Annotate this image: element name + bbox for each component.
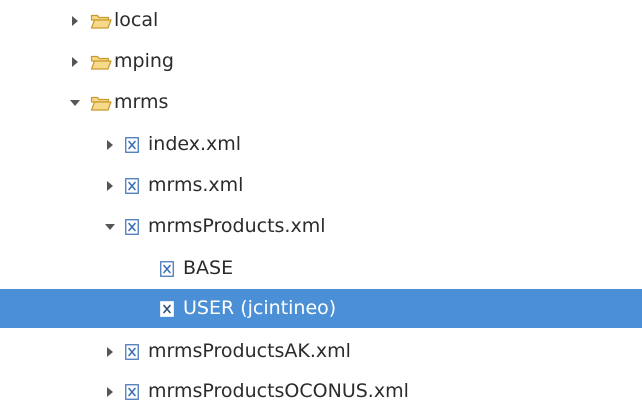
tree-item-user-jcintineo[interactable]: USER (jcintineo) bbox=[0, 289, 642, 328]
tree-item-index-xml[interactable]: index.xml bbox=[0, 124, 642, 165]
open-folder-icon bbox=[90, 94, 112, 112]
xml-file-icon bbox=[160, 260, 174, 277]
tree-item-mrmsproductsak-xml[interactable]: mrmsProductsAK.xml bbox=[0, 331, 642, 372]
tree-item-mrms-xml[interactable]: mrms.xml bbox=[0, 165, 642, 206]
tree-item-label: mrmsProductsAK.xml bbox=[148, 340, 351, 362]
open-folder-icon bbox=[90, 12, 112, 30]
xml-file-icon bbox=[125, 383, 139, 400]
triangle-right-icon[interactable] bbox=[103, 345, 117, 359]
triangle-right-icon[interactable] bbox=[68, 14, 82, 28]
xml-file-icon bbox=[160, 300, 174, 317]
tree-item-label: local bbox=[114, 9, 159, 31]
xml-file-icon bbox=[125, 218, 139, 235]
triangle-down-icon[interactable] bbox=[68, 96, 82, 110]
tree-item-mping[interactable]: mping bbox=[0, 41, 642, 82]
tree-item-label: index.xml bbox=[148, 133, 242, 155]
tree-item-label: mping bbox=[114, 50, 174, 72]
xml-file-icon bbox=[125, 177, 139, 194]
tree-item-mrmsproductsoconus-xml[interactable]: mrmsProductsOCONUS.xml bbox=[0, 371, 642, 405]
xml-file-icon bbox=[125, 136, 139, 153]
triangle-down-icon[interactable] bbox=[103, 220, 117, 234]
tree-item-label: mrms.xml bbox=[148, 174, 244, 196]
triangle-right-icon[interactable] bbox=[68, 55, 82, 69]
tree-item-mrmsproducts-xml[interactable]: mrmsProducts.xml bbox=[0, 206, 642, 247]
triangle-right-icon[interactable] bbox=[103, 179, 117, 193]
tree-item-label: mrmsProductsOCONUS.xml bbox=[148, 380, 409, 402]
triangle-right-icon[interactable] bbox=[103, 385, 117, 399]
triangle-right-icon[interactable] bbox=[103, 138, 117, 152]
tree-item-base[interactable]: BASE bbox=[0, 248, 642, 289]
tree-item-label: mrms bbox=[114, 91, 169, 113]
tree-item-local[interactable]: local bbox=[0, 0, 642, 41]
tree-item-mrms[interactable]: mrms bbox=[0, 82, 642, 123]
tree-item-label: mrmsProducts.xml bbox=[148, 215, 326, 237]
tree-item-label: USER (jcintineo) bbox=[183, 297, 337, 319]
open-folder-icon bbox=[90, 53, 112, 71]
xml-file-icon bbox=[125, 343, 139, 360]
file-tree: local mping mrms index.xml mrms.xml mrmsProdu… bbox=[0, 0, 642, 405]
tree-item-label: BASE bbox=[183, 257, 234, 279]
